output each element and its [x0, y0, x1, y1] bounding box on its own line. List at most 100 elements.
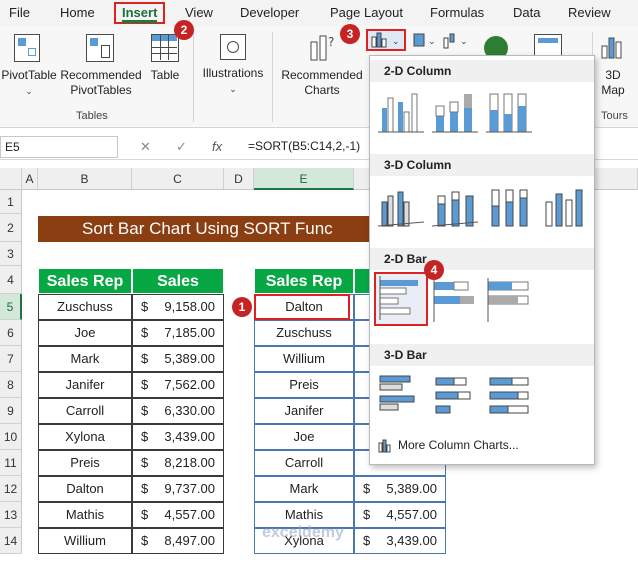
source-sales-cell[interactable]: $ 6,330.00 [132, 398, 224, 424]
gallery-section-3d-bar: 3-D Bar [370, 344, 594, 366]
source-sales-cell[interactable]: $ 9,158.00 [132, 294, 224, 320]
source-sales-cell[interactable]: $ 8,218.00 [132, 450, 224, 476]
column-header-c[interactable]: C [132, 168, 224, 190]
row-header-6[interactable]: 6 [0, 320, 22, 346]
row-header-8[interactable]: 8 [0, 372, 22, 398]
row-header-1[interactable]: 1 [0, 190, 22, 214]
sorted-rep-cell[interactable]: Carroll [254, 450, 354, 476]
table-label: Table [150, 68, 180, 82]
ribbon-separator [272, 32, 273, 122]
row-header-9[interactable]: 9 [0, 398, 22, 424]
3d-column-chart-option[interactable] [538, 182, 588, 232]
sorted-rep-cell[interactable]: Janifer [254, 398, 354, 424]
3d-map-icon [601, 37, 622, 59]
formula-input[interactable]: =SORT(B5:C14,2,-1) [248, 139, 360, 153]
sorted-rep-cell[interactable]: Mark [254, 476, 354, 502]
function-icon[interactable]: fx [212, 139, 222, 154]
recommended-charts-label-2: Charts [304, 83, 340, 97]
3d-100-stacked-bar-chart-option[interactable] [484, 370, 534, 420]
source-rep-cell[interactable]: Carroll [38, 398, 132, 424]
svg-text:?: ? [328, 35, 334, 49]
sorted-rep-cell[interactable]: Preis [254, 372, 354, 398]
100-stacked-column-chart-option[interactable] [484, 88, 534, 138]
tab-formulas[interactable]: Formulas [430, 5, 484, 20]
source-rep-cell[interactable]: Janifer [38, 372, 132, 398]
3d-map-label-2: Map [601, 83, 625, 97]
tab-view[interactable]: View [185, 5, 213, 20]
row-header-11[interactable]: 11 [0, 450, 22, 476]
source-rep-cell[interactable]: Preis [38, 450, 132, 476]
select-all-corner[interactable] [0, 168, 22, 190]
source-sales-amount: 6,330.00 [164, 403, 215, 418]
source-rep-cell[interactable]: Mathis [38, 502, 132, 528]
source-sales-cell[interactable]: $ 5,389.00 [132, 346, 224, 372]
source-rep-cell[interactable]: Mark [38, 346, 132, 372]
name-box[interactable]: E5 [0, 136, 118, 158]
column-header-b[interactable]: B [38, 168, 132, 190]
pivottable-icon [14, 34, 40, 62]
source-rep-cell[interactable]: Dalton [38, 476, 132, 502]
gallery-section-2d-column: 2-D Column [370, 60, 594, 82]
row-header-4[interactable]: 4 [0, 266, 22, 294]
sorted-rep-cell[interactable]: Zuschuss [254, 320, 354, 346]
source-sales-cell[interactable]: $ 7,185.00 [132, 320, 224, 346]
sorted-rep-cell[interactable]: Joe [254, 424, 354, 450]
currency-symbol: $ [141, 481, 149, 496]
row-header-7[interactable]: 7 [0, 346, 22, 372]
3d-100-stacked-column-chart-option[interactable] [484, 182, 534, 232]
insert-column-bar-chart-button[interactable]: ⌄ [366, 29, 406, 51]
sorted-sales-cell[interactable]: $ 3,439.00 [354, 528, 446, 554]
tab-data[interactable]: Data [513, 5, 540, 20]
row-header-12[interactable]: 12 [0, 476, 22, 502]
clustered-bar-chart-option[interactable] [374, 272, 428, 326]
source-sales-cell[interactable]: $ 4,557.00 [132, 502, 224, 528]
tab-file[interactable]: File [9, 5, 30, 20]
tab-home[interactable]: Home [60, 5, 95, 20]
row-header-3[interactable]: 3 [0, 242, 22, 266]
sorted-sales-cell[interactable]: $ 5,389.00 [354, 476, 446, 502]
sorted-header-sales-rep: Sales Rep [254, 268, 354, 294]
column-header-a[interactable]: A [22, 168, 38, 190]
3d-clustered-bar-chart-option[interactable] [376, 370, 426, 420]
source-rep-cell[interactable]: Zuschuss [38, 294, 132, 320]
hierarchy-chart-icon[interactable]: ⌄ [412, 32, 440, 50]
tab-page-layout[interactable]: Page Layout [330, 5, 403, 20]
clustered-column-chart-option[interactable] [376, 88, 426, 138]
source-sales-cell[interactable]: $ 9,737.00 [132, 476, 224, 502]
illustrations-icon [220, 34, 246, 60]
tab-insert[interactable]: Insert [114, 2, 166, 24]
tab-developer[interactable]: Developer [240, 5, 299, 20]
sorted-rep-cell[interactable]: Willium [254, 346, 354, 372]
source-sales-cell[interactable]: $ 8,497.00 [132, 528, 224, 554]
step-badge-3: 3 [340, 24, 360, 44]
gallery-section-2d-bar: 2-D Bar [370, 248, 594, 270]
cancel-icon[interactable]: ✕ [140, 139, 151, 155]
source-sales-amount: 3,439.00 [164, 429, 215, 444]
column-header-d[interactable]: D [224, 168, 254, 190]
row-header-13[interactable]: 13 [0, 502, 22, 528]
enter-icon[interactable]: ✓ [176, 139, 187, 155]
source-rep-cell[interactable]: Joe [38, 320, 132, 346]
source-sales-cell[interactable]: $ 7,562.00 [132, 372, 224, 398]
row-header-14[interactable]: 14 [0, 528, 22, 554]
sorted-header-sales [354, 268, 370, 294]
sorted-sales-cell[interactable]: $ 4,557.00 [354, 502, 446, 528]
waterfall-chart-icon[interactable]: ⌄ [442, 32, 472, 50]
column-header-e[interactable]: E [254, 168, 354, 190]
3d-stacked-bar-chart-option[interactable] [430, 370, 480, 420]
source-sales-cell[interactable]: $ 3,439.00 [132, 424, 224, 450]
tab-review[interactable]: Review [568, 5, 611, 20]
stacked-column-chart-option[interactable] [430, 88, 480, 138]
3d-clustered-column-chart-option[interactable] [376, 182, 426, 232]
100-stacked-bar-chart-option[interactable] [484, 276, 534, 326]
more-column-charts-link[interactable]: More Column Charts... [378, 438, 519, 453]
row-header-10[interactable]: 10 [0, 424, 22, 450]
source-rep-cell[interactable]: Xylona [38, 424, 132, 450]
stacked-bar-chart-option[interactable] [430, 276, 480, 326]
illustrations-label: Illustrations [202, 66, 264, 80]
3d-stacked-column-chart-option[interactable] [430, 182, 480, 232]
row-header-2[interactable]: 2 [0, 214, 22, 242]
source-sales-amount: 4,557.00 [164, 507, 215, 522]
row-header-5[interactable]: 5 [0, 294, 22, 320]
source-rep-cell[interactable]: Willium [38, 528, 132, 554]
